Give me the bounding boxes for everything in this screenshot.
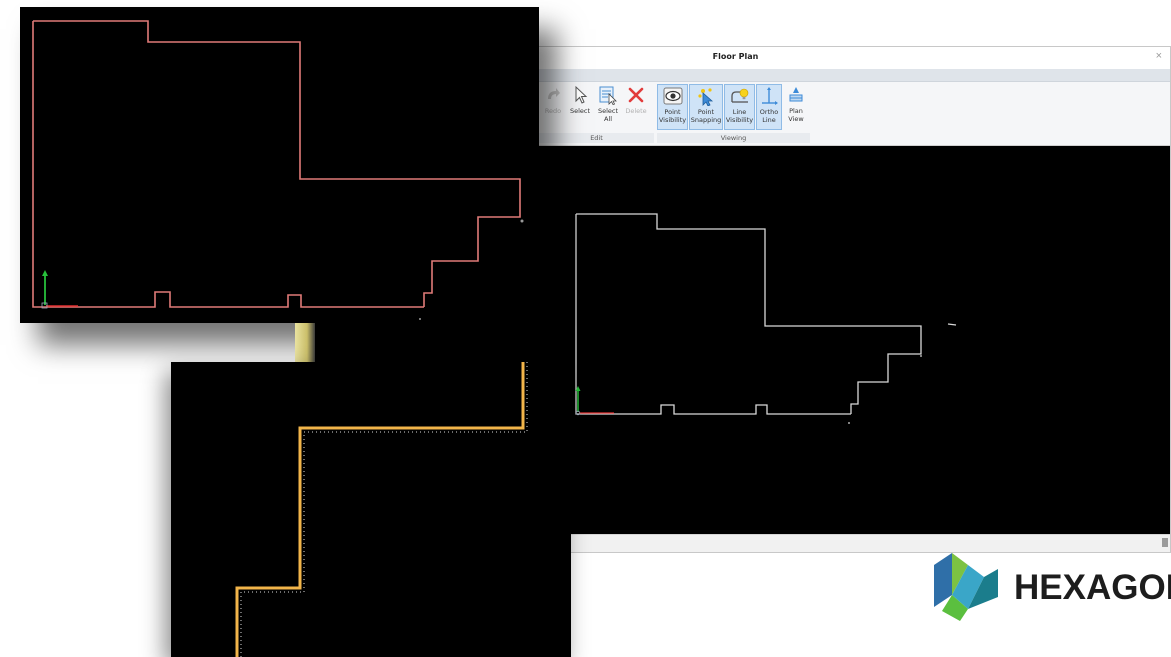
delete-label: Delete bbox=[625, 107, 647, 115]
select-all-button[interactable]: Select All bbox=[594, 84, 622, 130]
overlay-screenshot-red-outline bbox=[20, 7, 539, 323]
redo-label: Redo bbox=[544, 107, 562, 115]
ortho-line-button[interactable]: Ortho Line bbox=[756, 84, 782, 130]
plan-view-icon bbox=[786, 85, 806, 105]
close-icon[interactable]: × bbox=[1156, 50, 1162, 62]
connector-strip bbox=[295, 323, 315, 363]
group-label-viewing: Viewing bbox=[657, 133, 810, 143]
yellow-floor-outline bbox=[235, 362, 528, 657]
select-label: Select bbox=[569, 107, 591, 115]
hexagon-logo: HEXAGON bbox=[932, 551, 1171, 626]
resize-grip[interactable] bbox=[1162, 538, 1168, 547]
cursor-icon bbox=[570, 85, 590, 105]
hexagon-logo-mark bbox=[934, 553, 998, 621]
delete-x-icon bbox=[626, 85, 646, 105]
select-all-icon bbox=[598, 85, 618, 105]
line-visibility-label: Line Visibility bbox=[725, 108, 754, 124]
redo-icon bbox=[543, 85, 563, 105]
bulb-line-icon bbox=[730, 86, 750, 106]
red-floor-outline bbox=[32, 20, 524, 320]
ortho-axis-icon bbox=[759, 86, 779, 106]
plan-view-label: Plan View bbox=[788, 107, 804, 123]
ortho-line-label: Ortho Line bbox=[759, 108, 779, 124]
point-visibility-button[interactable]: Point Visibility bbox=[657, 84, 688, 130]
hexagon-logo-text: HEXAGON bbox=[1014, 568, 1171, 607]
point-visibility-label: Point Visibility bbox=[658, 108, 687, 124]
plan-view-button[interactable]: Plan View bbox=[783, 84, 809, 130]
select-all-label: Select All bbox=[597, 107, 619, 123]
select-button[interactable]: Select bbox=[566, 84, 594, 130]
group-label-edit: Edit bbox=[539, 133, 654, 143]
eye-icon bbox=[663, 86, 683, 106]
point-snapping-button[interactable]: Point Snapping bbox=[689, 84, 723, 130]
redo-button[interactable]: Redo bbox=[539, 84, 567, 130]
line-visibility-button[interactable]: Line Visibility bbox=[724, 84, 755, 130]
delete-button[interactable]: Delete bbox=[622, 84, 650, 130]
overlay-screenshot-yellow-outline bbox=[171, 362, 571, 657]
snap-cursor-icon bbox=[696, 86, 716, 106]
point-snapping-label: Point Snapping bbox=[690, 108, 722, 124]
